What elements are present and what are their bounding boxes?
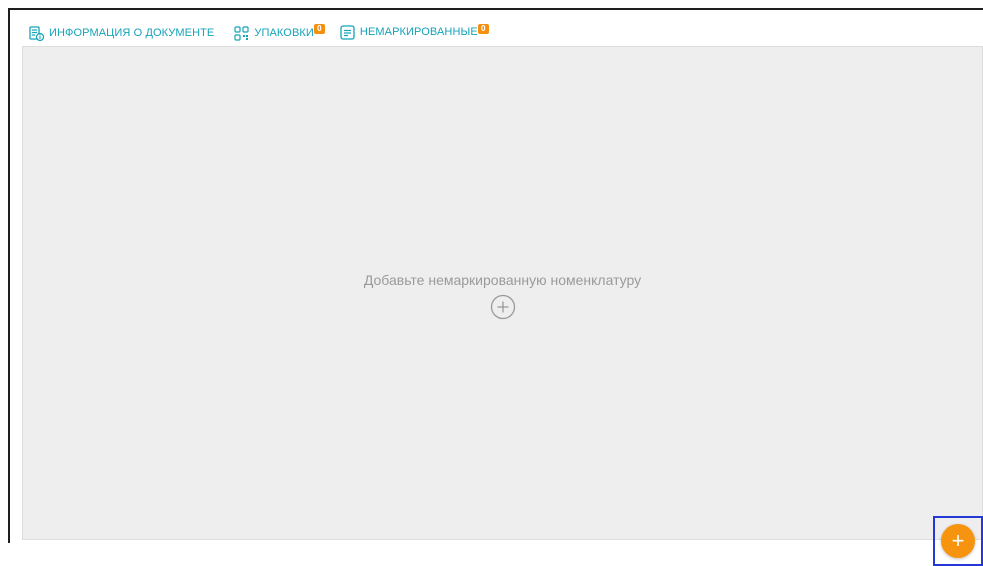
plus-circle-icon[interactable] xyxy=(490,294,516,320)
tab-packages-label: УПАКОВКИ xyxy=(254,27,314,39)
document-window: ИНФОРМАЦИЯ О ДОКУМЕНТЕ УПАКОВКИ 0 НЕМАРК… xyxy=(8,8,983,566)
unmarked-count-badge: 0 xyxy=(477,24,489,34)
plus-icon: + xyxy=(951,528,965,553)
tab-unmarked-label: НЕМАРКИРОВАННЫЕ xyxy=(359,26,478,38)
packages-count-badge: 0 xyxy=(313,24,325,34)
tab-document-info[interactable]: ИНФОРМАЦИЯ О ДОКУМЕНТЕ xyxy=(20,18,223,48)
empty-state-text: Добавьте немаркированную номенклатуру xyxy=(363,272,642,288)
tab-bar: ИНФОРМАЦИЯ О ДОКУМЕНТЕ УПАКОВКИ 0 НЕМАРК… xyxy=(20,18,489,48)
unmarked-items-panel: Добавьте немаркированную номенклатуру + xyxy=(22,46,983,566)
fab-highlight: + xyxy=(933,516,983,566)
qr-code-icon xyxy=(234,25,249,41)
tab-packages[interactable]: УПАКОВКИ 0 xyxy=(225,18,325,48)
add-item-button[interactable]: + xyxy=(941,524,975,558)
document-info-icon xyxy=(29,25,44,41)
empty-state: Добавьте немаркированную номенклатуру xyxy=(23,272,982,320)
tab-document-info-label: ИНФОРМАЦИЯ О ДОКУМЕНТЕ xyxy=(49,27,215,39)
tab-unmarked[interactable]: НЕМАРКИРОВАННЫЕ 0 xyxy=(330,18,489,48)
list-icon xyxy=(340,24,355,40)
